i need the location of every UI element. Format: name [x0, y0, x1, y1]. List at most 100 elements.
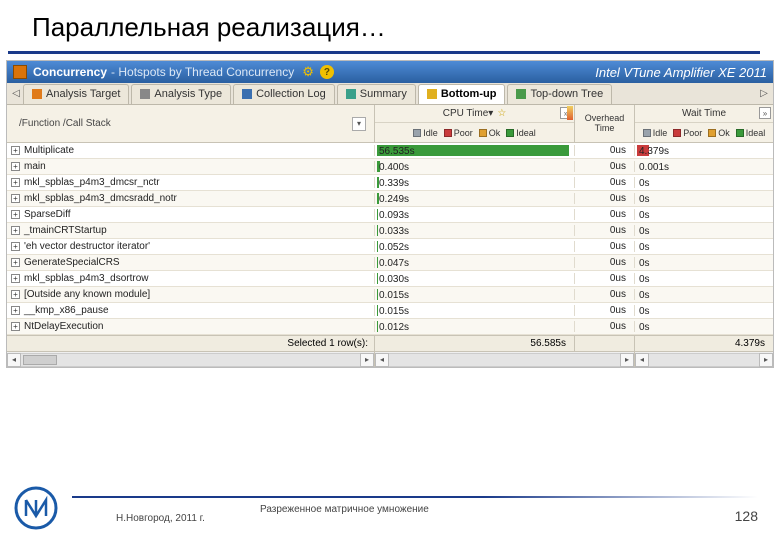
expand-icon[interactable]: + [11, 242, 20, 251]
expand-wait-column[interactable]: » [759, 107, 771, 119]
table-row[interactable]: +GenerateSpecialCRS0.047s0us0s [7, 255, 773, 271]
overhead-value: 0us [575, 305, 635, 316]
expand-icon[interactable]: + [11, 226, 20, 235]
cpu-time-bar [377, 305, 378, 316]
table-row[interactable]: +mkl_spblas_p4m3_dmcsr_nctr0.339s0us0s [7, 175, 773, 191]
function-name: mkl_spblas_p4m3_dmcsr_nctr [24, 177, 160, 188]
slide-footer: Н.Новгород, 2011 г. Разреженное матрично… [0, 486, 780, 530]
wait-time-value: 0s [639, 226, 650, 237]
cpu-time-value: 0.030s [379, 274, 409, 285]
table-row[interactable]: +mkl_spblas_p4m3_dmcsradd_notr0.249s0us0… [7, 191, 773, 207]
expand-icon[interactable]: + [11, 322, 20, 331]
footer-divider [72, 496, 758, 498]
slide-title: Параллельная реализация… [8, 0, 760, 54]
cpu-time-value: 0.015s [379, 290, 409, 301]
column-function[interactable]: /Function /Call Stack [15, 118, 111, 129]
table-row[interactable]: +NtDelayExecution0.012s0us0s [7, 319, 773, 335]
analysis-title: Concurrency [33, 65, 107, 79]
table-row[interactable]: +__kmp_x86_pause0.015s0us0s [7, 303, 773, 319]
column-wait-time[interactable]: Wait Time [682, 108, 726, 119]
expand-icon[interactable]: + [11, 162, 20, 171]
data-grid[interactable]: +Multiplicate56.535s0us4.379s+main0.400s… [7, 143, 773, 335]
tab-scroll-right[interactable]: ▷ [757, 88, 771, 99]
selection-wait-total: 4.379s [635, 336, 773, 351]
scroll-left-arrow[interactable]: ◂ [635, 353, 649, 367]
help-icon[interactable]: ? [320, 65, 334, 79]
swatch-ideal-icon [506, 129, 514, 137]
cpu-legend: Idle Poor Ok Ideal [375, 123, 574, 143]
overhead-value: 0us [575, 145, 635, 156]
cpu-time-value: 0.400s [379, 162, 409, 173]
wait-time-value: 0s [639, 290, 650, 301]
tab-top-down-tree[interactable]: Top-down Tree [507, 84, 612, 104]
scroll-track[interactable] [389, 353, 620, 367]
cpu-time-value: 0.052s [379, 242, 409, 253]
table-row[interactable]: +main0.400s0us0.001s [7, 159, 773, 175]
expand-icon[interactable]: + [11, 306, 20, 315]
tab-bottom-up[interactable]: Bottom-up [418, 84, 506, 104]
footer-subtitle: Разреженное матричное умножение [260, 504, 429, 515]
swatch-idle-icon [413, 129, 421, 137]
scroll-track[interactable] [649, 353, 759, 367]
tab-analysis-type[interactable]: Analysis Type [131, 84, 231, 104]
cpu-time-bar [377, 321, 378, 332]
column-cpu-time[interactable]: CPU Time [443, 108, 489, 119]
tab-scroll-left[interactable]: ◁ [9, 88, 23, 99]
overhead-value: 0us [575, 209, 635, 220]
table-row[interactable]: +[Outside any known module]0.015s0us0s [7, 287, 773, 303]
cpu-time-bar [377, 209, 378, 220]
wait-time-value: 0s [639, 242, 650, 253]
swatch-poor-icon [444, 129, 452, 137]
scroll-track[interactable] [21, 353, 360, 367]
tab-icon [32, 89, 42, 99]
settings-icon[interactable]: ⚙ [302, 64, 314, 80]
expand-icon[interactable]: + [11, 194, 20, 203]
expand-icon[interactable]: + [11, 258, 20, 267]
scroll-right-arrow[interactable]: ▸ [759, 353, 773, 367]
expand-icon[interactable]: + [11, 146, 20, 155]
tab-icon [427, 89, 437, 99]
overhead-value: 0us [575, 177, 635, 188]
table-row[interactable]: +mkl_spblas_p4m3_dsortrow0.030s0us0s [7, 271, 773, 287]
tab-label: Bottom-up [441, 88, 497, 100]
expand-icon[interactable]: + [11, 210, 20, 219]
cpu-time-value: 0.339s [379, 178, 409, 189]
expand-icon[interactable]: + [11, 178, 20, 187]
table-row[interactable]: +_tmainCRTStartup0.033s0us0s [7, 223, 773, 239]
function-name: Multiplicate [24, 145, 74, 156]
tab-label: Analysis Type [154, 88, 222, 100]
tab-label: Summary [360, 88, 407, 100]
grouping-dropdown[interactable]: ▾ [352, 117, 366, 131]
tab-analysis-target[interactable]: Analysis Target [23, 84, 129, 104]
scroll-left-arrow[interactable]: ◂ [7, 353, 21, 367]
wait-time-value: 0s [639, 210, 650, 221]
function-name: SparseDiff [24, 209, 71, 220]
scroll-left-arrow[interactable]: ◂ [375, 353, 389, 367]
tab-summary[interactable]: Summary [337, 84, 416, 104]
tab-collection-log[interactable]: Collection Log [233, 84, 335, 104]
overhead-value: 0us [575, 225, 635, 236]
scroll-right-arrow[interactable]: ▸ [620, 353, 634, 367]
scroll-thumb[interactable] [23, 355, 57, 365]
scroll-right-arrow[interactable]: ▸ [360, 353, 374, 367]
table-row[interactable]: + SparseDiff 0.093s 0us 0s [7, 207, 773, 223]
column-overhead[interactable]: Overhead Time [575, 105, 634, 142]
wait-time-value: 0s [639, 258, 650, 269]
expand-icon[interactable]: + [11, 274, 20, 283]
cpu-time-bar [377, 273, 378, 284]
swatch-idle-icon [643, 129, 651, 137]
expand-icon[interactable]: + [11, 290, 20, 299]
function-name: __kmp_x86_pause [24, 305, 109, 316]
tab-icon [346, 89, 356, 99]
cpu-time-bar [377, 241, 378, 252]
table-row[interactable]: +Multiplicate56.535s0us4.379s [7, 143, 773, 159]
wait-time-value: 0s [639, 306, 650, 317]
sort-indicator-icon[interactable]: ▾ [488, 108, 493, 119]
wait-legend: Idle Poor Ok Ideal [635, 123, 773, 143]
cpu-time-bar [377, 257, 378, 268]
cpu-time-value: 56.535s [379, 146, 415, 157]
analysis-subtitle: - Hotspots by Thread Concurrency [111, 65, 294, 79]
selection-label: Selected 1 row(s): [7, 336, 375, 351]
cpu-time-value: 0.093s [379, 210, 409, 221]
table-row[interactable]: +'eh vector destructor iterator'0.052s0u… [7, 239, 773, 255]
